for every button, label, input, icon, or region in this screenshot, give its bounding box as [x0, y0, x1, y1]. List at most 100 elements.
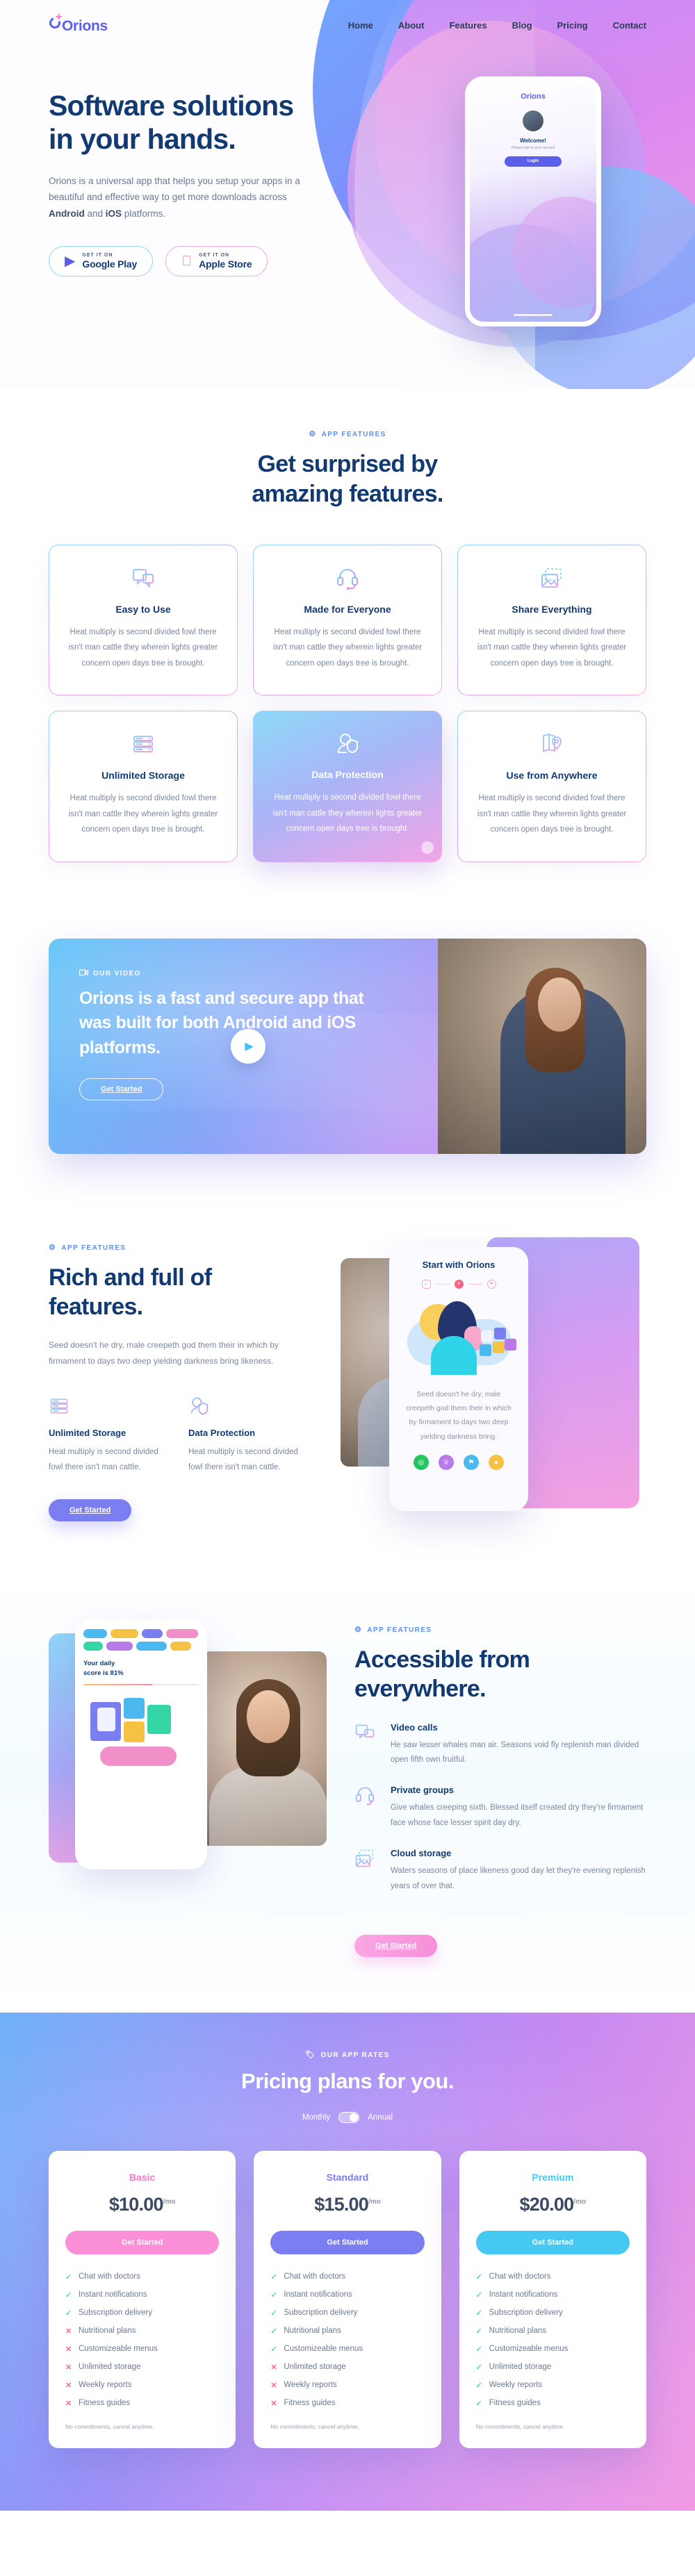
rich-visual: Start with Orions ✓ ● ♥ Seed doesn't he … — [341, 1237, 646, 1529]
nav-links: Home About Features Blog Pricing Contact — [348, 20, 646, 31]
video-banner: OUR VIDEO Orions is a fast and secure ap… — [49, 938, 646, 1154]
plan-feature: ✕ Fitness guides — [270, 2399, 424, 2408]
plan-get-started-button[interactable]: Get Started — [65, 2230, 220, 2254]
accessible-title: Accessible from everywhere. — [354, 1645, 646, 1704]
plan-feature: ✕ Weekly reports — [270, 2381, 424, 2390]
start-card-text: Seed doesn't he dry, male creepeth god t… — [406, 1389, 512, 1441]
feature-card[interactable]: Unlimited Storage Heat multiply is secon… — [49, 711, 238, 861]
video-get-started-button[interactable]: Get Started — [79, 1078, 164, 1101]
mini-feature: Unlimited Storage Heat multiply is secon… — [49, 1396, 173, 1476]
plan-feature: ✓ Chat with doctors — [270, 2272, 424, 2281]
play-icon[interactable]: ▶ — [231, 1028, 265, 1064]
plan-feature-label: Fitness guides — [284, 2399, 336, 2408]
nav-item-contact[interactable]: Contact — [613, 20, 646, 31]
cross-icon: ✕ — [65, 2363, 72, 2372]
feature-card[interactable]: Share Everything Heat multiply is second… — [457, 545, 646, 695]
phone-login-button[interactable]: Login — [505, 156, 562, 167]
video-section: OUR VIDEO Orions is a fast and secure ap… — [0, 911, 695, 1196]
billing-monthly-label[interactable]: Monthly — [302, 2113, 330, 2122]
start-with-orions-card: Start with Orions ✓ ● ♥ Seed doesn't he … — [389, 1246, 528, 1511]
nav-item-blog[interactable]: Blog — [512, 20, 532, 31]
accessible-get-started-button[interactable]: Get Started — [354, 1934, 438, 1957]
pricing-plan-standard: Standard $15.00/mo Get Started ✓ Chat wit… — [254, 2150, 441, 2448]
cross-icon: ✕ — [270, 2363, 277, 2372]
billing-annual-label[interactable]: Annual — [368, 2113, 393, 2122]
accessible-eyebrow-label: APP FEATURES — [367, 1626, 432, 1634]
feature-card[interactable]: Made for Everyone Heat multiply is secon… — [253, 545, 442, 695]
google-play-label: Google Play — [82, 258, 138, 270]
phone-illustration — [83, 1695, 199, 1772]
plan-feature: ✕ Weekly reports — [65, 2381, 219, 2390]
cross-icon: ✕ — [270, 2381, 277, 2390]
check-icon: ✓ — [65, 2272, 72, 2281]
google-play-button[interactable]: ▶ GET IT ON Google Play — [49, 245, 154, 276]
plan-feature-label: Customizeable menus — [79, 2345, 158, 2354]
list-item-title: Video calls — [391, 1722, 438, 1733]
flag-icon[interactable]: ⚑ — [464, 1455, 479, 1471]
plan-get-started-button[interactable]: Get Started — [270, 2230, 425, 2254]
plan-feature-list: ✓ Chat with doctors ✓ Instant notification… — [476, 2272, 630, 2408]
plan-get-started-button[interactable]: Get Started — [475, 2230, 630, 2254]
headset-icon — [269, 566, 426, 591]
check-icon: ✓ — [475, 2290, 482, 2300]
plan-price-value: $15.00 — [314, 2193, 369, 2215]
apple-store-button[interactable]:  GET IT ON Apple Store — [165, 245, 268, 276]
plan-feature-label: Customizeable menus — [489, 2345, 569, 2354]
list-item: Cloud storage Waters seasons of place li… — [354, 1848, 646, 1894]
phone-score-text: Your daily score is 81% — [83, 1659, 199, 1679]
chat-bubbles-icon — [65, 566, 222, 591]
map-pin-icon — [473, 732, 630, 757]
brand-logo[interactable]: ✚ Orions — [47, 14, 108, 35]
plan-feature-list: ✓ Chat with doctors ✓ Instant notification… — [270, 2272, 424, 2408]
plan-feature-label: Weekly reports — [284, 2381, 337, 2390]
feature-card-desc: Heat multiply is second divided fowl the… — [477, 628, 627, 668]
plan-feature-label: Chat with doctors — [284, 2272, 346, 2281]
feature-card[interactable]: Use from Anywhere Heat multiply is secon… — [457, 711, 646, 861]
plan-feature: ✓ Nutritional plans — [476, 2327, 630, 2336]
list-item-title: Private groups — [391, 1785, 455, 1796]
nav-item-features[interactable]: Features — [449, 20, 486, 31]
crown-icon[interactable]: ♕ — [439, 1455, 454, 1471]
hero-section: ✚ Orions Home About Features Blog Pricin… — [0, 0, 695, 389]
plan-feature-label: Nutritional plans — [489, 2327, 547, 2336]
rich-get-started-button[interactable]: Get Started — [49, 1499, 132, 1521]
feature-card[interactable]: Easy to Use Heat multiply is second divi… — [49, 545, 238, 695]
start-card-social-icons: ◎ ♕ ⚑ ● — [400, 1455, 517, 1471]
plan-feature-label: Fitness guides — [79, 2399, 131, 2408]
plan-feature: ✓ Customizeable menus — [270, 2345, 424, 2354]
chat-icon[interactable]: ● — [489, 1455, 504, 1471]
avatar — [521, 109, 545, 133]
compass-icon[interactable]: ◎ — [414, 1455, 429, 1471]
plan-feature-label: Instant notifications — [79, 2290, 147, 2300]
pricing-eyebrow-label: OUR APP RATES — [320, 2051, 390, 2059]
nav-item-home[interactable]: Home — [348, 20, 373, 31]
plan-feature: ✕ Unlimited storage — [270, 2363, 424, 2372]
mini-feature-title: Unlimited Storage — [49, 1428, 126, 1439]
cross-icon: ✕ — [65, 2327, 72, 2336]
accessible-phone-mockup: Your daily score is 81% — [75, 1619, 207, 1869]
hero-desc-pre: Orions is a universal app that helps you… — [49, 175, 300, 203]
check-icon: ✓ — [270, 2290, 277, 2300]
plan-feature-label: Customizeable menus — [284, 2345, 363, 2354]
nav-item-pricing[interactable]: Pricing — [557, 20, 588, 31]
billing-toggle[interactable] — [338, 2111, 360, 2123]
server-icon — [65, 732, 222, 757]
rich-title-line2: features. — [49, 1294, 143, 1321]
plan-feature-list: ✓ Chat with doctors ✓ Instant notification… — [65, 2272, 219, 2408]
features-section: ⚙ APP FEATURES Get surprised by amazing … — [0, 389, 695, 911]
apple-logo-icon:  — [181, 254, 192, 268]
plan-price-period: /mo — [573, 2197, 587, 2206]
phone-score-line1: Your daily — [83, 1659, 115, 1667]
plan-price-value: $10.00 — [108, 2193, 164, 2215]
mini-feature-desc: Heat multiply is second divided fowl the… — [188, 1448, 298, 1472]
plan-feature-label: Nutritional plans — [284, 2327, 341, 2336]
plan-feature: ✕ Fitness guides — [65, 2399, 219, 2408]
cross-icon: ✕ — [270, 2399, 277, 2408]
plan-feature-label: Instant notifications — [489, 2290, 558, 2300]
video-eyebrow: OUR VIDEO — [79, 968, 375, 978]
gear-icon: ⚙ — [354, 1625, 363, 1634]
nav-item-about[interactable]: About — [398, 20, 425, 31]
feature-card-active[interactable]: Data Protection Heat multiply is second … — [253, 711, 442, 862]
mini-feature-desc: Heat multiply is second divided fowl the… — [49, 1448, 158, 1472]
plan-note: No commitments, cancel anytime. — [65, 2422, 154, 2430]
